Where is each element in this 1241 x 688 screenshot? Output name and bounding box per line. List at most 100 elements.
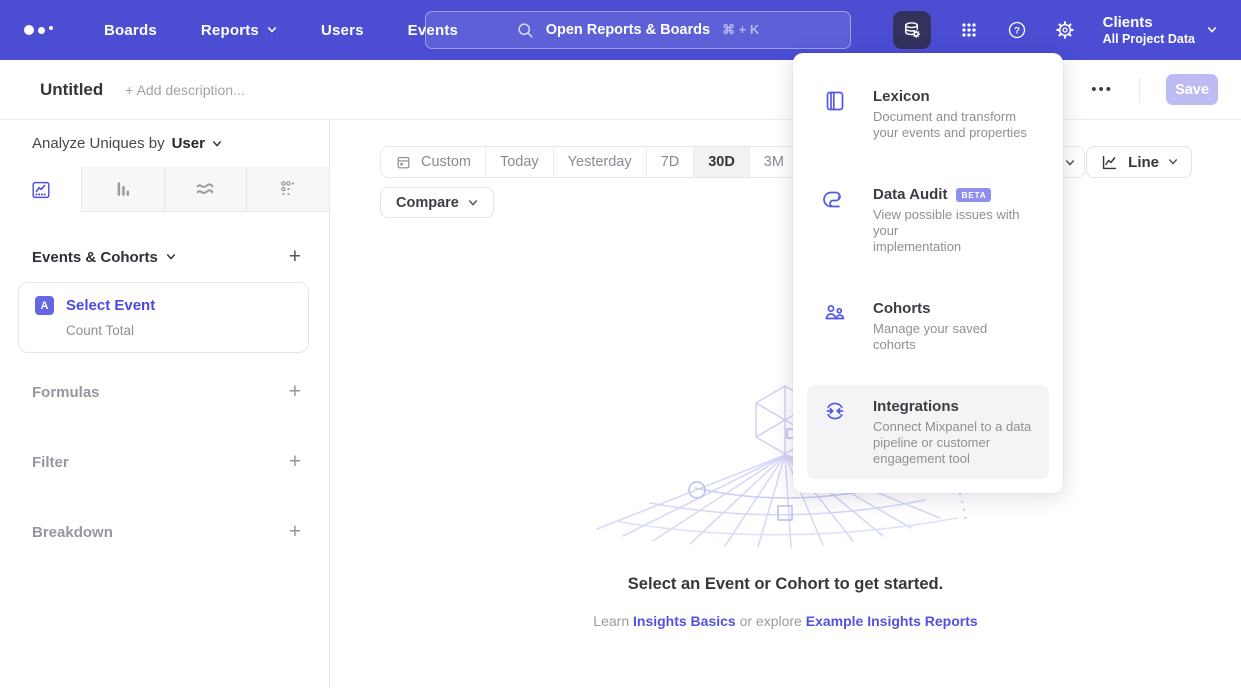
add-event-button[interactable]: +: [289, 247, 301, 267]
select-event-button[interactable]: Select Event: [66, 297, 155, 314]
dots-grid-tab-icon: [277, 178, 299, 200]
event-series-badge: A: [35, 296, 54, 315]
menu-item-cohorts[interactable]: Cohorts Manage your saved cohorts: [807, 287, 1049, 365]
range-label: Yesterday: [568, 154, 632, 170]
compare-label: Compare: [396, 195, 459, 211]
bar-chart-tab-icon: [112, 178, 134, 200]
range-30d-selected[interactable]: 30D: [694, 147, 750, 177]
event-aggregation-label[interactable]: Count Total: [66, 323, 292, 338]
analyze-by-value: User: [172, 135, 205, 152]
query-builder-sidebar: Analyze Uniques by User: [0, 120, 330, 688]
chevron-down-icon: [166, 253, 176, 261]
tab-line-chart-selected[interactable]: [0, 167, 82, 212]
project-selector-subtitle: All Project Data: [1103, 32, 1195, 47]
chevron-down-icon: [468, 199, 478, 207]
project-selector-title: Clients: [1103, 14, 1195, 32]
menu-item-title: Data Audit: [873, 185, 947, 205]
range-custom[interactable]: Custom: [381, 147, 486, 177]
menu-item-title: Lexicon: [873, 87, 930, 107]
nav-users[interactable]: Users: [321, 22, 364, 39]
chevron-down-icon: [1065, 159, 1075, 167]
breakdown-label: Breakdown: [32, 524, 113, 541]
mixpanel-app: Boards Reports Users Events Open Reports…: [0, 0, 1241, 688]
formulas-section: Formulas +: [0, 382, 329, 402]
menu-item-lexicon[interactable]: Lexicon Document and transform your even…: [807, 75, 1049, 153]
menu-item-description: Manage your saved cohorts: [873, 321, 1033, 353]
search-shortcut: ⌘ + K: [722, 22, 759, 38]
menu-item-integrations-hovered[interactable]: Integrations Connect Mixpanel to a data …: [807, 385, 1049, 479]
line-chart-icon: [1100, 153, 1119, 172]
global-search-button[interactable]: Open Reports & Boards ⌘ + K: [425, 11, 851, 49]
tab-metrics-grid[interactable]: [247, 167, 329, 212]
analyze-uniques-row: Analyze Uniques by User: [0, 120, 329, 167]
chevron-down-icon: [267, 26, 277, 34]
tab-bar-chart[interactable]: [82, 167, 164, 212]
mixpanel-logo-icon[interactable]: [24, 25, 64, 35]
event-card[interactable]: A Select Event Count Total: [18, 282, 309, 353]
menu-item-data-audit[interactable]: Data Audit BETA View possible issues wit…: [807, 173, 1049, 267]
add-filter-button[interactable]: +: [289, 452, 301, 472]
top-navbar: Boards Reports Users Events Open Reports…: [0, 0, 1241, 60]
line-chart-tab-icon: [30, 179, 52, 201]
settings-button[interactable]: [1055, 20, 1075, 40]
cohorts-people-icon: [823, 301, 847, 325]
database-gear-icon: [901, 19, 923, 41]
analyze-by-dropdown[interactable]: User: [172, 135, 222, 152]
divider: [1139, 77, 1140, 103]
menu-item-description: Connect Mixpanel to a data pipeline or c…: [873, 419, 1031, 467]
empty-state: Select an Event or Cohort to get started…: [330, 575, 1241, 629]
more-options-button[interactable]: •••: [1091, 81, 1113, 98]
flow-waves-tab-icon: [194, 178, 216, 200]
grid-dots-icon: [959, 20, 979, 40]
events-cohorts-dropdown[interactable]: Events & Cohorts: [32, 249, 176, 266]
nav-reports[interactable]: Reports: [201, 22, 277, 39]
chevron-down-icon: [1207, 26, 1217, 34]
gear-icon: [1055, 20, 1075, 40]
range-today[interactable]: Today: [486, 147, 554, 177]
range-label: 7D: [661, 154, 680, 170]
search-icon: [517, 22, 534, 39]
data-management-menu: Lexicon Document and transform your even…: [793, 53, 1063, 493]
svg-text:?: ?: [1014, 26, 1020, 37]
empty-state-title: Select an Event or Cohort to get started…: [330, 575, 1241, 594]
beta-badge: BETA: [956, 188, 991, 202]
save-button[interactable]: Save: [1166, 74, 1218, 105]
menu-item-title: Cohorts: [873, 299, 931, 319]
range-label: Custom: [421, 154, 471, 170]
formulas-label: Formulas: [32, 384, 100, 401]
range-3m[interactable]: 3M: [750, 147, 799, 177]
primary-nav: Boards Reports Users Events: [104, 22, 458, 39]
range-label: 30D: [708, 154, 735, 170]
chart-type-dropdown[interactable]: Line: [1086, 146, 1192, 178]
nav-boards[interactable]: Boards: [104, 22, 157, 39]
add-formula-button[interactable]: +: [289, 382, 301, 402]
date-range-control: Custom Today Yesterday 7D 30D 3M 6M: [380, 146, 848, 178]
compare-dropdown[interactable]: Compare: [380, 187, 494, 218]
empty-state-middle: or explore: [736, 613, 806, 629]
insights-basics-link[interactable]: Insights Basics: [633, 613, 736, 629]
help-button[interactable]: ?: [1007, 20, 1027, 40]
range-7d[interactable]: 7D: [647, 147, 695, 177]
tab-stacked-chart[interactable]: [165, 167, 247, 212]
empty-state-subtitle: Learn Insights Basics or explore Example…: [330, 613, 1241, 629]
report-actions: ••• Save: [1046, 74, 1218, 105]
add-description-field[interactable]: + Add description...: [125, 82, 244, 98]
range-yesterday[interactable]: Yesterday: [554, 147, 647, 177]
chevron-down-icon: [1168, 158, 1178, 166]
data-management-button-active[interactable]: [893, 11, 931, 49]
menu-item-title: Integrations: [873, 397, 959, 417]
question-circle-icon: ?: [1007, 20, 1027, 40]
nav-boards-label: Boards: [104, 22, 157, 39]
events-cohorts-label: Events & Cohorts: [32, 249, 158, 266]
breakdown-section: Breakdown +: [0, 522, 329, 542]
search-label: Open Reports & Boards: [546, 22, 710, 38]
add-breakdown-button[interactable]: +: [289, 522, 301, 542]
apps-grid-button[interactable]: [959, 20, 979, 40]
project-selector[interactable]: Clients All Project Data: [1103, 14, 1217, 47]
empty-state-prefix: Learn: [593, 613, 633, 629]
menu-item-description: Document and transform your events and p…: [873, 109, 1027, 141]
chart-type-tabs: [0, 167, 329, 212]
data-audit-magnifier-icon: [823, 187, 847, 211]
example-insights-reports-link[interactable]: Example Insights Reports: [806, 613, 978, 629]
report-title[interactable]: Untitled: [40, 80, 103, 100]
